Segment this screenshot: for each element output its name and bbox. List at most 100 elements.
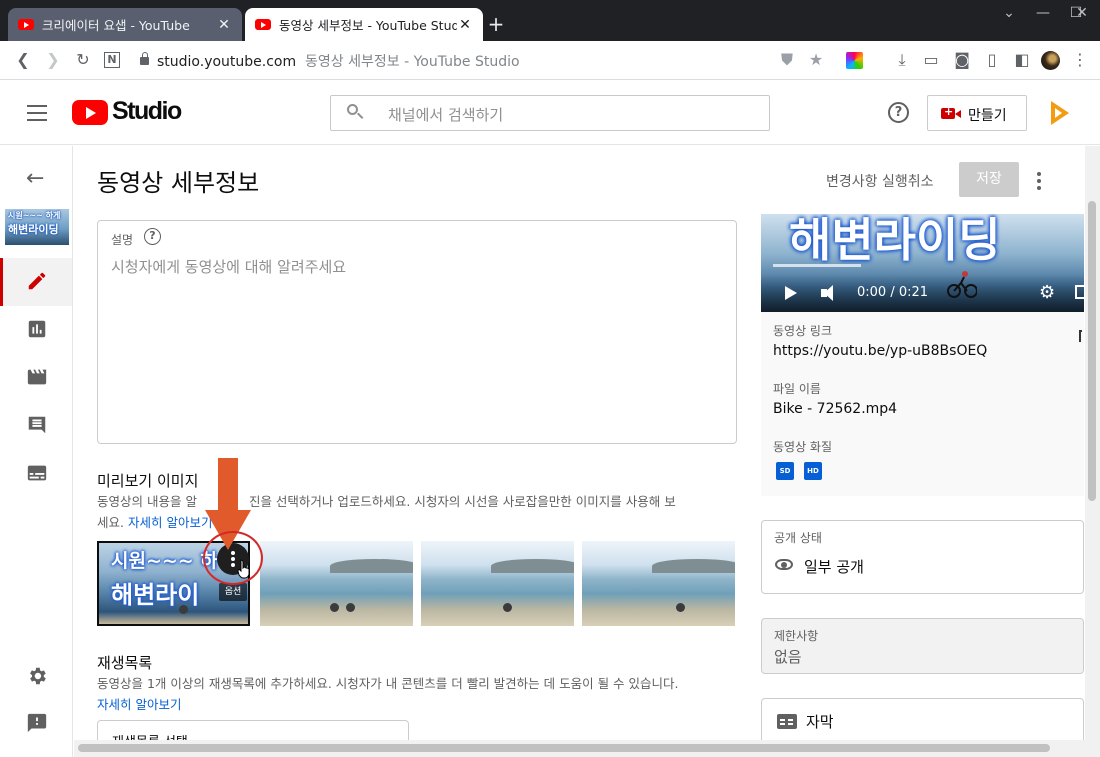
thumbnail-help-text: 세요. — [97, 515, 124, 530]
settings-gear-icon[interactable]: ⚙ — [1039, 282, 1055, 303]
rider-figure — [676, 603, 685, 612]
close-window-button[interactable]: ✕ — [1064, 4, 1100, 22]
browser-toolbar: ❮ ❯ ↻ N studio.youtube.com 동영상 세부정보 - Yo… — [0, 41, 1100, 80]
rider-figure — [503, 603, 512, 612]
create-label: 만들기 — [968, 108, 1007, 124]
restrictions-label: 제한사항 — [774, 629, 819, 643]
help-icon[interactable]: ? — [144, 228, 161, 245]
thumb-line1: 시원~~~ 하게 — [8, 211, 61, 220]
notion-extension-icon[interactable]: N — [104, 52, 120, 68]
sd-quality-badge: SD — [776, 462, 794, 480]
color-picker-extension-icon[interactable] — [846, 52, 863, 69]
lock-icon — [140, 52, 149, 65]
download-icon[interactable]: ⤓ — [891, 49, 913, 71]
new-tab-button[interactable]: + — [486, 12, 506, 36]
rider-figure — [330, 603, 339, 612]
thumb-text-2: 해변라이 — [111, 581, 200, 609]
video-link-label: 동영상 링크 — [773, 324, 833, 338]
url-page-title: 동영상 세부정보 - YouTube Studio — [305, 54, 520, 70]
playlist-help-text: 동영상을 1개 이상의 재생목록에 추가하세요. 시청자가 내 콘텐츠를 더 빨… — [97, 676, 679, 691]
comment-icon[interactable] — [26, 414, 48, 436]
create-button[interactable]: 만들기 — [927, 95, 1027, 131]
scroll-thumb[interactable] — [78, 744, 1050, 752]
visibility-value: 일부 공개 — [804, 558, 864, 576]
address-bar[interactable]: studio.youtube.com 동영상 세부정보 - YouTube St… — [140, 51, 520, 71]
list-tabs-icon[interactable]: ⌄ — [991, 4, 1027, 22]
cyclist-figure — [947, 271, 977, 298]
forward-arrow-icon[interactable]: ❯ — [42, 49, 64, 71]
play-icon[interactable] — [785, 286, 797, 300]
playlist-select[interactable]: 재생목록 선택 — [97, 720, 409, 740]
browser-menu-icon[interactable]: ⋮ — [1069, 49, 1091, 71]
browser-tab-creator[interactable]: 크리에이터 요샙 - YouTube ✕ — [8, 8, 242, 41]
playlist-help: 동영상을 1개 이상의 재생목록에 추가하세요. 시청자가 내 콘텐츠를 더 빨… — [97, 673, 747, 715]
channel-avatar[interactable] — [1046, 99, 1074, 127]
create-video-icon — [941, 105, 961, 119]
help-icon[interactable]: ? — [888, 102, 909, 123]
description-field[interactable]: 설명 ? 시청자에게 동영상에 대해 알려주세요 — [97, 220, 737, 444]
copy-link-icon[interactable] — [1079, 330, 1082, 342]
back-arrow-icon[interactable]: ❮ — [12, 49, 34, 71]
file-name: Bike - 72562.mp4 — [773, 401, 898, 417]
thumbnail-help-text: 동영상의 내용을 알 — [97, 494, 197, 509]
youtube-favicon-icon — [255, 19, 271, 30]
feedback-icon[interactable] — [26, 712, 48, 734]
studio-logo-text[interactable]: Studio — [112, 97, 182, 126]
thumbnail-option-4[interactable] — [582, 541, 735, 626]
bookmark-star-icon[interactable]: ★ — [805, 49, 827, 71]
camera-icon[interactable]: ◙ — [951, 49, 973, 71]
description-label: 설명 — [111, 233, 134, 247]
tab-close-icon[interactable]: ✕ — [216, 17, 232, 33]
url-host: studio.youtube.com — [157, 54, 297, 70]
film-icon[interactable] — [26, 366, 48, 388]
more-options-icon[interactable] — [1037, 172, 1041, 193]
description-placeholder: 시청자에게 동영상에 대해 알려주세요 — [111, 258, 347, 276]
horizontal-scrollbar[interactable] — [74, 740, 1085, 757]
subtitles-icon[interactable] — [26, 462, 48, 484]
back-arrow-icon[interactable]: ← — [26, 166, 44, 191]
scroll-thumb[interactable] — [1088, 201, 1096, 501]
studio-header: Studio 채널에서 검색하기 ? 만들기 — [0, 81, 1100, 145]
thumbnail-option-3[interactable] — [421, 541, 574, 626]
video-thumbnail-small[interactable]: 시원~~~ 하게 해변라이딩 — [5, 209, 69, 245]
hd-quality-badge: HD — [804, 462, 822, 480]
vertical-scrollbar[interactable] — [1085, 146, 1100, 757]
save-button[interactable]: 저장 — [959, 162, 1019, 197]
shield-extension-icon[interactable]: ⛊ — [776, 49, 798, 71]
reload-icon[interactable]: ↻ — [72, 49, 94, 71]
undo-changes-button[interactable]: 변경사항 실행취소 — [826, 171, 934, 191]
thumbnail-help-text: 진을 선택하거나 업로드하세요. 시청자의 시선을 사로잡을만한 이미지를 사용… — [248, 494, 676, 509]
video-quality-label: 동영상 화질 — [773, 440, 833, 454]
hill-shape — [491, 559, 574, 573]
visibility-card[interactable]: 공개 상태 일부 공개 — [761, 520, 1084, 594]
hill-shape — [652, 559, 735, 573]
thumbnail-learn-more-link[interactable]: 자세히 알아보기 — [128, 515, 212, 530]
video-player[interactable]: 해변라이딩 0:00 / 0:21 ⚙ — [761, 214, 1084, 312]
tab-close-icon[interactable]: ✕ — [457, 17, 473, 33]
reader-icon[interactable]: ▯ — [981, 49, 1003, 71]
subtitles-card[interactable]: 자막 — [761, 698, 1084, 740]
thumbnail-help: 동영상의 내용을 알 진을 선택하거나 업로드하세요. 시청자의 시선을 사로잡을… — [97, 491, 747, 533]
video-info-box: 동영상 링크 https://youtu.be/yp-uB8BsOEQ 파일 이… — [761, 312, 1084, 496]
video-record-icon[interactable]: ▭ — [920, 49, 942, 71]
playlist-learn-more-link[interactable]: 자세히 알아보기 — [97, 697, 181, 712]
annotation-circle — [203, 531, 263, 585]
profile-avatar-icon[interactable] — [1041, 51, 1060, 70]
tab-title: 크리에이터 요샙 - YouTube — [42, 18, 190, 33]
thumbnail-option-2[interactable] — [260, 541, 413, 626]
gear-icon[interactable] — [26, 665, 48, 687]
video-overlay-text: 해변라이딩 — [789, 214, 1001, 267]
video-time: 0:00 / 0:21 — [857, 285, 929, 300]
video-progress-bar[interactable] — [773, 264, 861, 267]
channel-search-input[interactable]: 채널에서 검색하기 — [330, 95, 770, 131]
minimize-button[interactable]: — — [1025, 4, 1061, 22]
analytics-icon[interactable] — [26, 318, 48, 340]
sidepanel-icon[interactable]: ◧ — [1011, 49, 1033, 71]
fullscreen-icon[interactable] — [1075, 285, 1084, 299]
video-link[interactable]: https://youtu.be/yp-uB8BsOEQ — [773, 343, 987, 359]
rider-figure — [346, 603, 355, 612]
menu-hamburger-icon[interactable] — [27, 105, 47, 121]
volume-icon[interactable] — [821, 285, 841, 301]
youtube-logo-icon[interactable] — [72, 100, 108, 125]
browser-tab-video-details[interactable]: 동영상 세부정보 - YouTube Studio ✕ — [245, 8, 483, 41]
